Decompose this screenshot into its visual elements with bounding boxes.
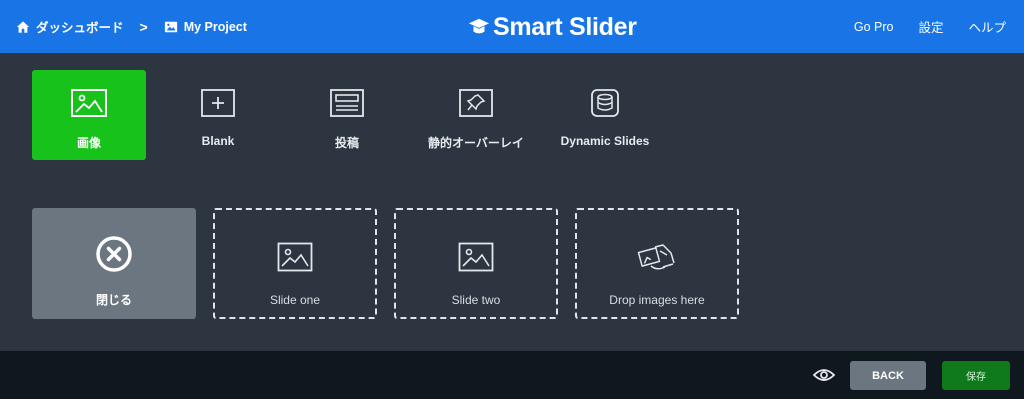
breadcrumb-dashboard-label: ダッシュボード	[36, 21, 124, 35]
slide-type-label: 投稿	[334, 136, 359, 150]
back-button[interactable]: BACK	[850, 361, 926, 390]
slide-type-image[interactable]: 画像	[32, 70, 146, 160]
image-icon	[71, 88, 107, 118]
breadcrumb-separator: >	[139, 18, 148, 35]
drop-images-zone[interactable]: Drop images here	[575, 208, 739, 319]
slide-card-one[interactable]: Slide one	[213, 208, 377, 319]
slide-card-two[interactable]: Slide two	[394, 208, 558, 319]
slide-type-dynamic[interactable]: Dynamic Slides	[548, 70, 662, 160]
logo-text: Smart Slider	[493, 12, 637, 41]
graduation-cap-icon	[468, 18, 490, 34]
slide-type-label: Dynamic Slides	[560, 134, 650, 148]
slide-type-label: 画像	[76, 136, 101, 150]
top-bar: ダッシュボード > My Project Smart Slider Go Pro…	[0, 0, 1024, 53]
slide-type-blank[interactable]: Blank	[161, 70, 275, 160]
image-icon	[277, 239, 313, 275]
pin-icon	[458, 88, 494, 118]
breadcrumb-dashboard[interactable]: ダッシュボード	[16, 17, 124, 36]
plus-box-icon	[200, 88, 236, 118]
image-icon	[164, 21, 177, 32]
slide-type-selector: 画像 Blank 投稿 静的オーバーレイ Dynamic Slides	[32, 70, 662, 160]
post-icon	[329, 88, 365, 118]
close-button[interactable]: 閉じる	[32, 208, 196, 319]
slide-card-label: Slide two	[451, 293, 501, 307]
home-icon	[16, 20, 30, 33]
breadcrumb-project[interactable]: My Project	[164, 20, 247, 34]
close-icon	[95, 236, 133, 272]
slide-type-static-overlay[interactable]: 静的オーバーレイ	[419, 70, 533, 160]
breadcrumb-project-label: My Project	[183, 19, 247, 34]
preview-eye-icon[interactable]	[812, 364, 836, 386]
settings-link[interactable]: 設定	[918, 17, 943, 36]
save-button[interactable]: 保存	[942, 361, 1010, 390]
top-nav: Go Pro 設定 ヘルプ	[854, 0, 1006, 53]
help-link[interactable]: ヘルプ	[968, 17, 1006, 36]
close-label: 閉じる	[95, 293, 132, 307]
hand-photo-icon	[637, 239, 677, 275]
slide-card-label: Slide one	[269, 293, 321, 307]
slide-cards: 閉じる Slide one Slide two Drop images here	[32, 208, 739, 319]
breadcrumb: ダッシュボード > My Project	[16, 0, 247, 53]
database-icon	[587, 88, 623, 118]
slide-type-label: Blank	[201, 134, 235, 148]
drop-label: Drop images here	[609, 293, 705, 307]
image-icon	[458, 239, 494, 275]
smart-slider-logo: Smart Slider	[468, 10, 637, 44]
go-pro-link[interactable]: Go Pro	[854, 20, 894, 34]
slide-type-label: 静的オーバーレイ	[428, 136, 524, 150]
slide-type-post[interactable]: 投稿	[290, 70, 404, 160]
